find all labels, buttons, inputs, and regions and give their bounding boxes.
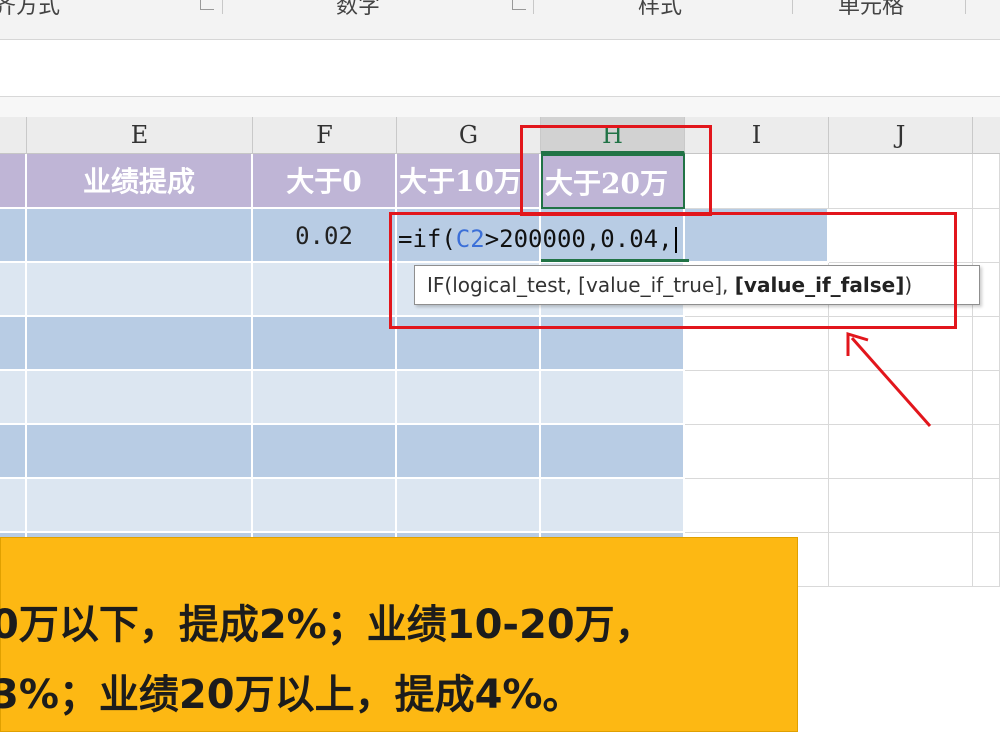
ribbon-separator [965, 0, 966, 14]
cell-k8[interactable] [973, 533, 1000, 587]
ribbon-separator [533, 0, 534, 14]
cell-f5[interactable] [253, 371, 397, 425]
cell-k1[interactable] [973, 154, 1000, 209]
cell-f3[interactable] [253, 263, 397, 317]
annotation-arrow-icon [846, 331, 932, 427]
cell-e1[interactable]: 业绩提成 [27, 154, 253, 209]
cell-e6[interactable] [27, 425, 253, 479]
cell-h6[interactable] [541, 425, 685, 479]
cell-i6[interactable] [685, 425, 829, 479]
ribbon-group-labels: 齐方式 数字 样式 单元格 [0, 0, 1000, 40]
cell-h5[interactable] [541, 371, 685, 425]
cell-k4[interactable] [973, 317, 1000, 371]
cell-d1[interactable] [0, 154, 27, 209]
ribbon-separator [792, 0, 793, 14]
number-launcher-icon[interactable] [512, 0, 526, 10]
cell-f2[interactable]: 0.02 [253, 209, 397, 263]
note-line-2: 3%；业绩20万以上，提成4%。 [0, 672, 583, 718]
cell-e3[interactable] [27, 263, 253, 317]
cell-f1[interactable]: 大于0 [253, 154, 397, 209]
cell-f6[interactable] [253, 425, 397, 479]
cell-k5[interactable] [973, 371, 1000, 425]
ribbon-group-styles: 样式 [638, 0, 683, 19]
ribbon-group-alignment: 齐方式 [0, 0, 61, 19]
cell-e2[interactable] [27, 209, 253, 263]
cell-e7[interactable] [27, 479, 253, 533]
column-header-f[interactable]: F [253, 117, 397, 154]
column-header-j[interactable]: J [829, 117, 973, 154]
column-header-d[interactable] [0, 117, 27, 154]
cell-k2[interactable] [973, 209, 1000, 263]
cell-e5[interactable] [27, 371, 253, 425]
cell-i7[interactable] [685, 479, 829, 533]
cell-d7[interactable] [0, 479, 27, 533]
column-header-e[interactable]: E [27, 117, 253, 154]
cell-d3[interactable] [0, 263, 27, 317]
cell-i5[interactable] [685, 371, 829, 425]
column-header-k[interactable] [973, 117, 1000, 154]
cell-k7[interactable] [973, 479, 1000, 533]
cell-d6[interactable] [0, 425, 27, 479]
cell-j8[interactable] [829, 533, 973, 587]
cell-j1[interactable] [829, 154, 973, 209]
ribbon-separator [222, 0, 223, 14]
toolbar-gap [0, 97, 1000, 117]
note-line-1: 0万以下，提成2%；业绩10-20万， [0, 602, 655, 648]
cell-f7[interactable] [253, 479, 397, 533]
cell-d5[interactable] [0, 371, 27, 425]
alignment-launcher-icon[interactable] [200, 0, 214, 10]
cell-j7[interactable] [829, 479, 973, 533]
annotation-highlight-formula [389, 212, 957, 329]
cell-d2[interactable] [0, 209, 27, 263]
explanation-note: 0万以下，提成2%；业绩10-20万， 3%；业绩20万以上，提成4%。 [0, 537, 798, 732]
cell-h7[interactable] [541, 479, 685, 533]
cell-f4[interactable] [253, 317, 397, 371]
cell-k6[interactable] [973, 425, 1000, 479]
ribbon-group-cells: 单元格 [838, 0, 905, 19]
cell-d4[interactable] [0, 317, 27, 371]
cell-g6[interactable] [397, 425, 541, 479]
cell-g5[interactable] [397, 371, 541, 425]
cell-g7[interactable] [397, 479, 541, 533]
cell-e4[interactable] [27, 317, 253, 371]
ribbon-group-number: 数字 [336, 0, 381, 19]
formula-bar-area[interactable] [0, 41, 1000, 97]
column-header-row: E F G H I J [0, 117, 1000, 154]
annotation-highlight-h-column [520, 125, 712, 216]
cell-j6[interactable] [829, 425, 973, 479]
